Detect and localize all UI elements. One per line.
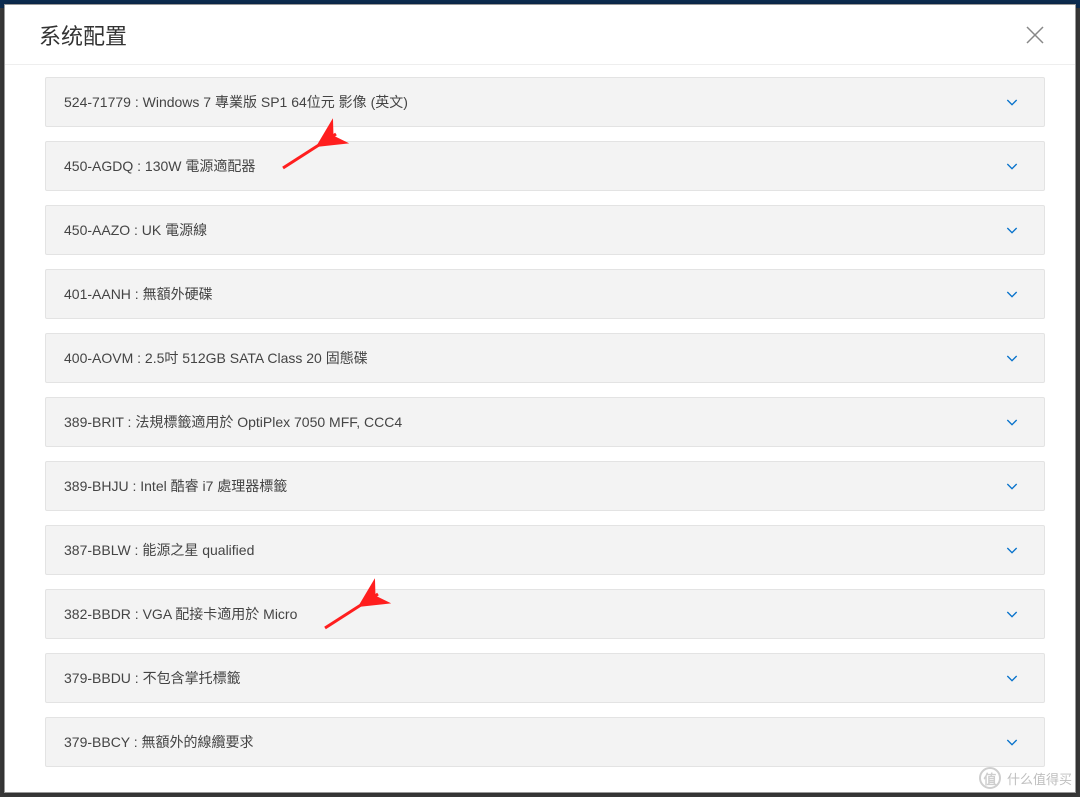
config-item-label: 389-BHJU : Intel 酷睿 i7 處理器標籤: [64, 476, 287, 496]
config-item[interactable]: 379-BBDU : 不包含掌托標籤: [45, 653, 1045, 703]
chevron-down-icon: [1004, 478, 1020, 494]
chevron-down-icon: [1004, 670, 1020, 686]
config-item[interactable]: 450-AGDQ : 130W 電源適配器: [45, 141, 1045, 191]
chevron-down-icon: [1004, 414, 1020, 430]
close-button[interactable]: [1023, 23, 1047, 47]
modal-body[interactable]: 524-71779 : Windows 7 專業版 SP1 64位元 影像 (英…: [5, 65, 1075, 792]
config-item[interactable]: 401-AANH : 無額外硬碟: [45, 269, 1045, 319]
chevron-down-icon: [1004, 94, 1020, 110]
config-item[interactable]: 389-BHJU : Intel 酷睿 i7 處理器標籤: [45, 461, 1045, 511]
config-item[interactable]: 450-AAZO : UK 電源線: [45, 205, 1045, 255]
config-item-label: 379-BBDU : 不包含掌托標籤: [64, 668, 241, 688]
config-item[interactable]: 389-BRIT : 法規標籤適用於 OptiPlex 7050 MFF, CC…: [45, 397, 1045, 447]
close-icon: [1023, 23, 1047, 47]
config-item-label: 382-BBDR : VGA 配接卡適用於 Micro: [64, 604, 297, 624]
chevron-down-icon: [1004, 158, 1020, 174]
chevron-down-icon: [1004, 542, 1020, 558]
config-item-label: 387-BBLW : 能源之星 qualified: [64, 540, 254, 560]
config-item[interactable]: 524-71779 : Windows 7 專業版 SP1 64位元 影像 (英…: [45, 77, 1045, 127]
config-item[interactable]: 400-AOVM : 2.5吋 512GB SATA Class 20 固態碟: [45, 333, 1045, 383]
chevron-down-icon: [1004, 222, 1020, 238]
config-item-label: 401-AANH : 無額外硬碟: [64, 284, 213, 304]
modal-title: 系统配置: [39, 19, 127, 51]
config-item-label: 400-AOVM : 2.5吋 512GB SATA Class 20 固態碟: [64, 348, 368, 368]
config-item[interactable]: 379-BBCY : 無額外的線纜要求: [45, 717, 1045, 767]
chevron-down-icon: [1004, 350, 1020, 366]
config-item[interactable]: 382-BBDR : VGA 配接卡適用於 Micro: [45, 589, 1045, 639]
chevron-down-icon: [1004, 286, 1020, 302]
config-item-label: 450-AAZO : UK 電源線: [64, 220, 207, 240]
config-item-label: 450-AGDQ : 130W 電源適配器: [64, 156, 255, 176]
config-item-label: 379-BBCY : 無額外的線纜要求: [64, 732, 254, 752]
chevron-down-icon: [1004, 734, 1020, 750]
chevron-down-icon: [1004, 606, 1020, 622]
config-item-label: 389-BRIT : 法規標籤適用於 OptiPlex 7050 MFF, CC…: [64, 412, 402, 432]
system-config-modal: 系统配置 524-71779 : Windows 7 專業版 SP1 64位元 …: [4, 4, 1076, 793]
config-item[interactable]: 387-BBLW : 能源之星 qualified: [45, 525, 1045, 575]
config-item-label: 524-71779 : Windows 7 專業版 SP1 64位元 影像 (英…: [64, 92, 408, 112]
modal-header: 系统配置: [5, 5, 1075, 65]
